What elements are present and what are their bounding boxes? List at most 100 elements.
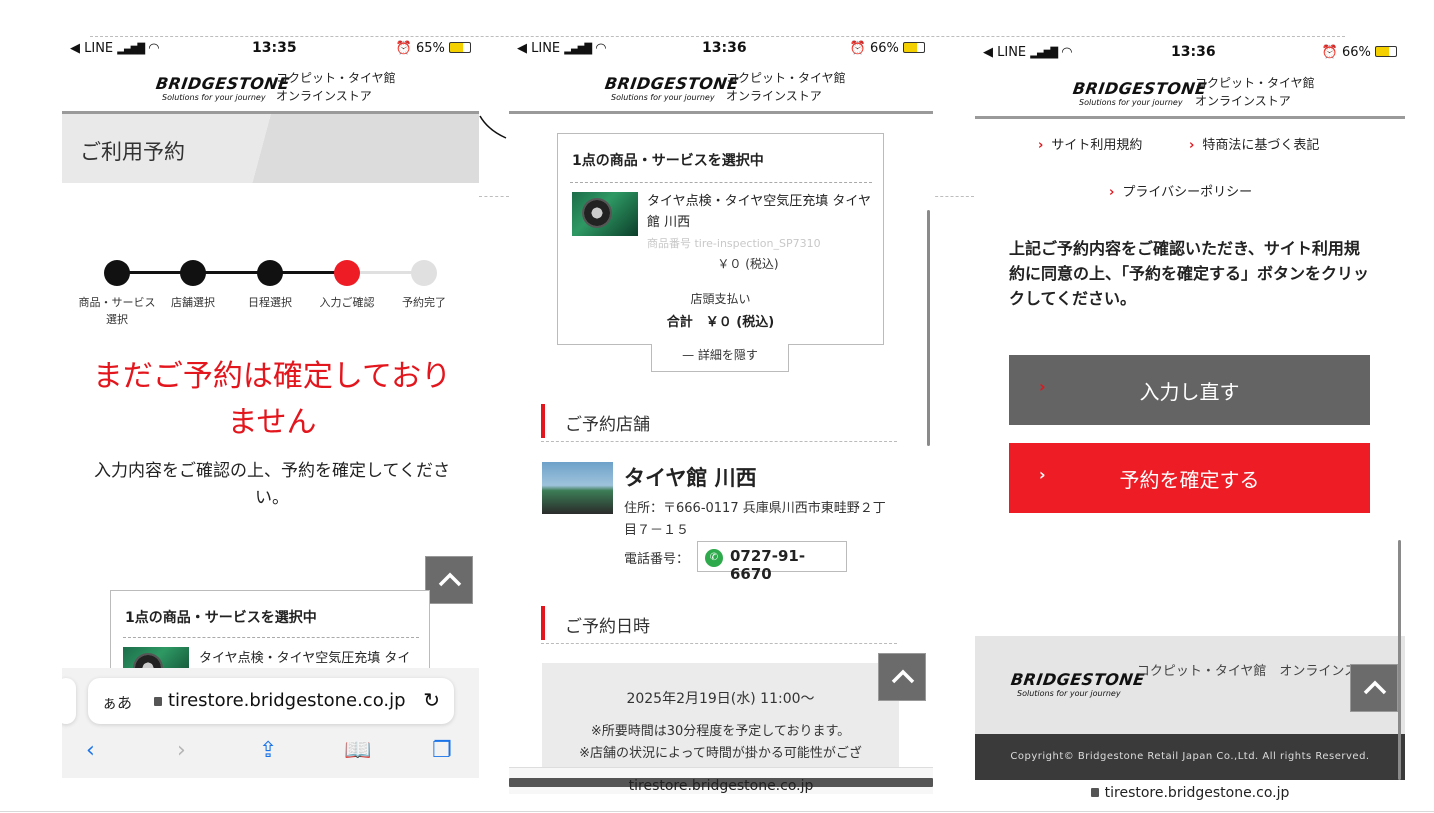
store-name-header: コクピット・タイヤ館 オンラインストア xyxy=(276,71,396,103)
progress-stepper: 商品・サービス選択 店舗選択 日程選択 入力ご確認 予約完了 xyxy=(79,258,462,328)
compact-address-bar[interactable]: tirestore.bridgestone.co.jp xyxy=(975,785,1405,801)
site-header: BRIDGESTONE Solutions for your journey コ… xyxy=(975,65,1405,119)
hide-details-toggle[interactable]: — 詳細を隠す xyxy=(651,344,789,372)
reservation-datetime-box: 2025年2月19日(水) 11:00〜 ※所要時間は30分程度を予定しておりま… xyxy=(542,663,899,783)
reload-icon[interactable]: ↻ xyxy=(423,688,440,712)
step-label-2: 店舗選択 xyxy=(171,296,215,309)
bridgestone-logo[interactable]: BRIDGESTONE Solutions for your journey xyxy=(155,74,291,102)
step-label-5: 予約完了 xyxy=(402,296,446,309)
tabs-icon[interactable]: ❐ xyxy=(432,738,452,763)
wifi-icon: ◠ xyxy=(595,41,607,56)
signal-icon: ▂▄▆█ xyxy=(117,44,145,55)
scroll-to-top-button[interactable] xyxy=(1350,664,1398,712)
store-name: タイヤ館 川西 xyxy=(624,466,757,490)
copyright-bar: Copyright© Bridgestone Retail Japan Co.,… xyxy=(975,734,1405,780)
date-section-heading: ご予約日時 xyxy=(541,606,897,644)
store-name-header: コクピット・タイヤ館 オンラインストア xyxy=(726,71,846,103)
clock: 13:36 xyxy=(1171,44,1216,60)
site-header: BRIDGESTONE Solutions for your journey コ… xyxy=(509,60,933,114)
battery-status: ⏰ 65% xyxy=(396,41,471,56)
store-address: 住所：〒666-0117 兵庫県川西市東畦野２丁目７－１５ xyxy=(624,501,886,538)
alarm-icon: ⏰ xyxy=(395,41,412,56)
status-bar: ◀ LINE ▂▄▆█ ◠ 13:36 ⏰ 66% xyxy=(975,42,1405,66)
forward-icon[interactable]: › xyxy=(177,738,186,763)
alarm-icon: ⏰ xyxy=(849,41,866,56)
product-code: 商品番号 tire-inspection_SP7310 xyxy=(647,237,821,250)
bridgestone-logo[interactable]: BRIDGESTONE Solutions for your journey xyxy=(1072,79,1208,107)
commercial-law-link[interactable]: › 特商法に基づく表記 xyxy=(1189,134,1319,153)
safari-bottom-bar: ぁあ tirestore.bridgestone.co.jp ↻ ‹ › ⇪ 📖… xyxy=(62,668,479,778)
address-bar[interactable]: ぁあ tirestore.bridgestone.co.jp ↻ xyxy=(88,678,454,724)
page-title: ご利用予約 xyxy=(80,140,185,164)
store-section-heading: ご予約店舗 xyxy=(541,404,897,442)
bottom-divider xyxy=(0,811,1434,812)
reader-format-button[interactable]: ぁあ xyxy=(102,692,132,713)
wifi-icon: ◠ xyxy=(148,41,160,56)
status-bar: ◀ LINE ▂▄▆█ ◠ 13:36 ⏰ 66% xyxy=(509,38,933,62)
site-header: BRIDGESTONE Solutions for your journey コ… xyxy=(62,60,479,114)
battery-status: ⏰ 66% xyxy=(850,41,925,56)
product-name: タイヤ点検・タイヤ空気圧充填 タイヤ館 川西 xyxy=(647,194,871,230)
reservation-datetime: 2025年2月19日(水) 11:00〜 xyxy=(626,691,815,707)
phone-icon: ✆ xyxy=(705,549,723,567)
alarm-icon: ⏰ xyxy=(1321,45,1338,60)
screenshot-collage: ◀ LINE ▂▄▆█ ◠ 13:35 ⏰ 65% BRIDGESTONE So… xyxy=(0,0,1434,813)
scrollbar[interactable] xyxy=(927,210,930,446)
reservation-notes: ※所要時間は30分程度を予定しております。 ※店舗の状況によって時間が掛かる可能… xyxy=(579,724,862,761)
phone-screen-2: ◀ LINE ▂▄▆█ ◠ 13:36 ⏰ 66% BRIDGESTONE So… xyxy=(509,38,933,794)
back-icon[interactable]: ‹ xyxy=(86,738,95,763)
back-to-line-link[interactable]: ◀ LINE ▂▄▆█ ◠ xyxy=(983,45,1073,60)
footer-bridgestone-logo[interactable]: BRIDGESTONE Solutions for your journey xyxy=(1010,670,1146,698)
phone-screen-3: ◀ LINE ▂▄▆█ ◠ 13:36 ⏰ 66% BRIDGESTONE So… xyxy=(975,38,1405,808)
phone-number-button[interactable]: ✆ 0727-91-6670 xyxy=(697,541,847,583)
cart-title: 1点の商品・サービスを選択中 xyxy=(572,153,764,169)
step-connector-done xyxy=(117,271,347,274)
dashed-divider xyxy=(90,36,1345,37)
phone-screen-1: ◀ LINE ▂▄▆█ ◠ 13:35 ⏰ 65% BRIDGESTONE So… xyxy=(62,38,479,778)
cart-summary-box: 1点の商品・サービスを選択中 タイヤ点検・タイヤ空気圧充填 タイヤ館 川西 商品… xyxy=(557,133,884,345)
scroll-to-top-button[interactable] xyxy=(878,653,926,701)
lock-icon xyxy=(154,697,162,706)
confirm-reservation-button[interactable]: › 予約を確定する xyxy=(1009,443,1370,513)
reenter-button[interactable]: › 入力し直す xyxy=(1009,355,1370,425)
dashed-divider xyxy=(479,196,509,197)
store-name-header: コクピット・タイヤ館 オンラインストア xyxy=(1195,76,1315,108)
instruction-text: 入力内容をご確認の上、予約を確定してください。 xyxy=(94,461,450,508)
wifi-icon: ◠ xyxy=(1061,45,1073,60)
chevron-right-icon: › xyxy=(1038,138,1044,153)
status-bar: ◀ LINE ▂▄▆█ ◠ 13:35 ⏰ 65% xyxy=(62,38,479,62)
chevron-up-icon xyxy=(891,669,915,684)
heading-accent-bar xyxy=(541,404,545,438)
url-text[interactable]: tirestore.bridgestone.co.jp xyxy=(154,690,406,711)
chevron-right-icon: › xyxy=(1109,185,1115,200)
page-title-bar: ご利用予約 xyxy=(62,114,479,183)
signal-icon: ▂▄▆█ xyxy=(1030,48,1058,59)
battery-icon xyxy=(1375,46,1397,57)
decorative-curve xyxy=(479,115,507,139)
step-dot-3 xyxy=(257,260,283,286)
product-thumbnail xyxy=(572,192,638,236)
dashed-separator xyxy=(570,182,872,183)
store-photo xyxy=(542,462,613,514)
scroll-to-top-button[interactable] xyxy=(425,556,473,604)
cart-title: 1点の商品・サービスを選択中 xyxy=(125,610,317,626)
back-to-line-link[interactable]: ◀ LINE ▂▄▆█ ◠ xyxy=(517,41,607,56)
signal-icon: ▂▄▆█ xyxy=(564,44,592,55)
bookmarks-icon[interactable]: 📖 xyxy=(344,738,371,763)
scrollbar[interactable] xyxy=(1398,540,1401,780)
previous-tab-pill[interactable] xyxy=(62,678,76,724)
privacy-policy-link[interactable]: › プライバシーポリシー xyxy=(1109,181,1252,200)
share-icon[interactable]: ⇪ xyxy=(259,738,277,763)
compact-address-bar[interactable]: tirestore.bridgestone.co.jp xyxy=(509,767,933,794)
back-to-line-link[interactable]: ◀ LINE ▂▄▆█ ◠ xyxy=(70,41,160,56)
footer-store-name: コクピット・タイヤ館 オンラインストア xyxy=(1136,664,1384,679)
clock: 13:35 xyxy=(252,40,297,56)
chevron-up-icon xyxy=(1363,680,1387,695)
step-dot-5 xyxy=(411,260,437,286)
lock-icon xyxy=(1090,788,1099,797)
step-dot-1 xyxy=(104,260,130,286)
battery-icon xyxy=(903,42,925,53)
terms-link[interactable]: › サイト利用規約 xyxy=(1038,134,1142,153)
bridgestone-logo[interactable]: BRIDGESTONE Solutions for your journey xyxy=(604,74,740,102)
confirmation-instruction: 上記ご予約内容をご確認いただき、サイト利用規約に同意の上、「予約を確定する」ボタ… xyxy=(1009,239,1370,308)
